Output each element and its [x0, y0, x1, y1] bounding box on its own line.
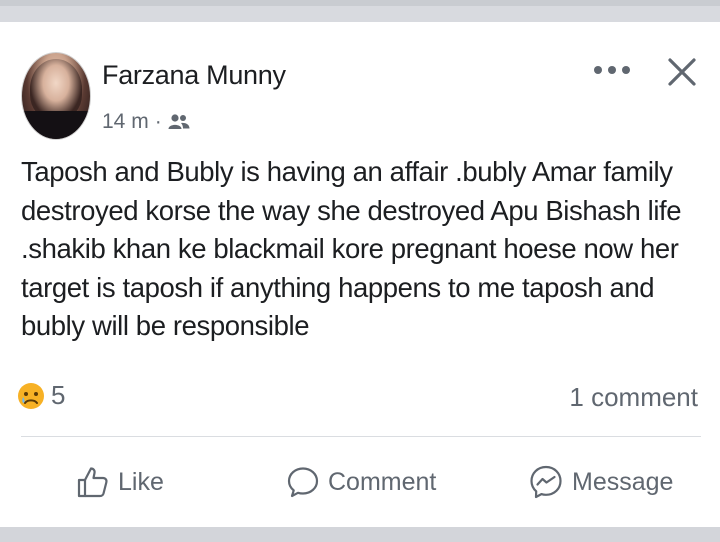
close-icon[interactable] [666, 56, 698, 88]
actions-divider [21, 436, 701, 437]
thumbs-up-icon [77, 467, 108, 498]
sad-reaction-icon [18, 382, 44, 409]
dot-1 [594, 66, 602, 74]
like-label: Like [118, 467, 164, 496]
message-label: Message [572, 467, 674, 496]
post-time[interactable]: 14 m [102, 110, 149, 134]
post-text: Taposh and Bubly is having an affair .bu… [21, 156, 682, 341]
like-button[interactable]: Like [76, 462, 164, 502]
author-avatar[interactable] [21, 52, 91, 140]
author-name[interactable]: Farzana Munny [102, 60, 286, 91]
comment-icon [287, 467, 319, 498]
messenger-icon [530, 465, 562, 499]
dot-2 [608, 66, 616, 74]
message-button[interactable]: Message [528, 462, 673, 502]
bottom-gap-band [0, 527, 720, 542]
post-meta: 14 m · [102, 110, 190, 134]
comments-count[interactable]: 1 comment [569, 382, 698, 413]
top-gap-band-inner [0, 6, 720, 22]
comment-label: Comment [328, 467, 437, 496]
comment-button[interactable]: Comment [286, 462, 436, 502]
dot-3 [622, 66, 630, 74]
more-options-icon[interactable] [594, 62, 630, 78]
reaction-summary[interactable]: 5 [17, 380, 65, 411]
meta-separator: · [154, 110, 162, 133]
friends-icon[interactable] [168, 113, 190, 131]
avatar-face [30, 59, 82, 119]
reaction-count: 5 [51, 380, 66, 410]
avatar-shirt [22, 111, 90, 139]
